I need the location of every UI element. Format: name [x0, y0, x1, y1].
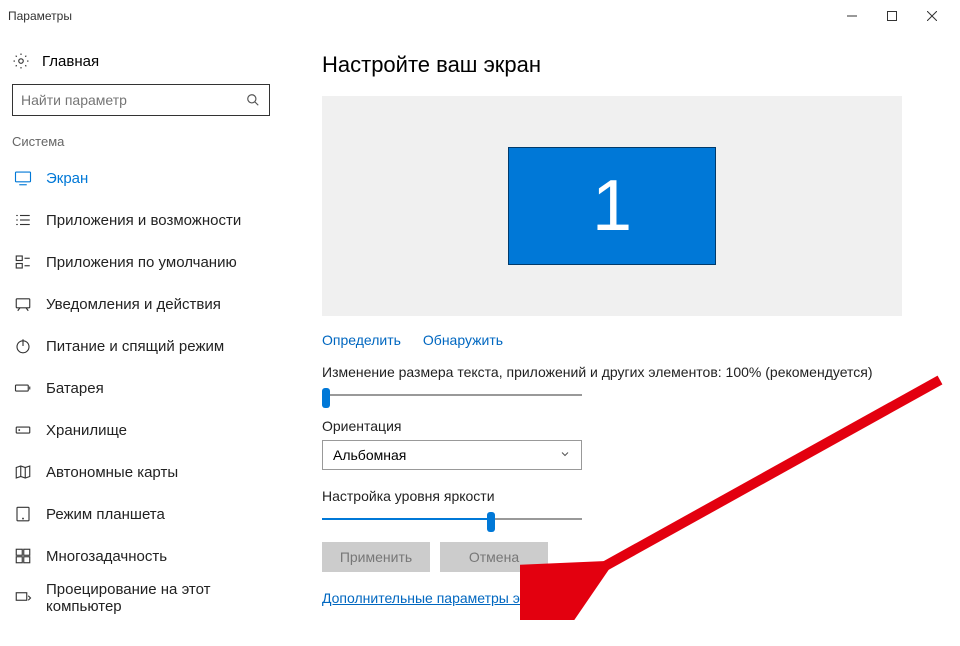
- notifications-icon: [14, 295, 32, 313]
- orientation-select[interactable]: Альбомная: [322, 440, 582, 470]
- category-label: Система: [12, 134, 290, 149]
- slider-thumb[interactable]: [487, 512, 495, 532]
- tablet-icon: [14, 505, 32, 523]
- multitasking-icon: [14, 547, 32, 565]
- default-apps-icon: [14, 253, 32, 271]
- nav-label: Автономные карты: [46, 464, 178, 481]
- scale-slider[interactable]: [322, 386, 582, 404]
- maximize-button[interactable]: [872, 0, 912, 32]
- home-link[interactable]: Главная: [12, 44, 290, 84]
- nav-label: Батарея: [46, 380, 104, 397]
- monitor-preview[interactable]: 1: [322, 96, 902, 316]
- nav-item-battery[interactable]: Батарея: [12, 367, 290, 409]
- nav-item-default-apps[interactable]: Приложения по умолчанию: [12, 241, 290, 283]
- projecting-icon: [14, 589, 32, 607]
- nav-label: Многозадачность: [46, 548, 167, 565]
- home-label: Главная: [42, 53, 99, 70]
- battery-icon: [14, 379, 32, 397]
- apply-button[interactable]: Применить: [322, 542, 430, 572]
- nav-item-tablet[interactable]: Режим планшета: [12, 493, 290, 535]
- slider-thumb[interactable]: [322, 388, 330, 408]
- gear-icon: [12, 52, 30, 70]
- nav-label: Приложения и возможности: [46, 212, 241, 229]
- close-button[interactable]: [912, 0, 952, 32]
- window-title: Параметры: [8, 9, 72, 23]
- cancel-button[interactable]: Отмена: [440, 542, 548, 572]
- maps-icon: [14, 463, 32, 481]
- page-title: Настройте ваш экран: [322, 52, 930, 78]
- nav-item-display[interactable]: Экран: [12, 157, 290, 199]
- brightness-slider[interactable]: [322, 510, 582, 528]
- nav-label: Приложения по умолчанию: [46, 254, 237, 271]
- nav-label: Проецирование на этот компьютер: [46, 581, 290, 615]
- scale-label: Изменение размера текста, приложений и д…: [322, 364, 930, 380]
- power-icon: [14, 337, 32, 355]
- nav-list: Экран Приложения и возможности Приложени…: [12, 157, 290, 619]
- monitor-number: 1: [592, 165, 632, 247]
- sidebar: Главная Система Экран Приложения и возмо…: [0, 32, 290, 646]
- advanced-display-link[interactable]: Дополнительные параметры экрана: [322, 590, 557, 606]
- nav-item-multitasking[interactable]: Многозадачность: [12, 535, 290, 577]
- titlebar: Параметры: [0, 0, 960, 32]
- nav-label: Питание и спящий режим: [46, 338, 224, 355]
- chevron-down-icon: [559, 447, 571, 463]
- nav-item-notifications[interactable]: Уведомления и действия: [12, 283, 290, 325]
- nav-label: Режим планшета: [46, 506, 165, 523]
- detect-link[interactable]: Обнаружить: [423, 332, 503, 348]
- nav-label: Хранилище: [46, 422, 127, 439]
- display-icon: [14, 169, 32, 187]
- brightness-label: Настройка уровня яркости: [322, 488, 930, 504]
- search-icon: [245, 92, 261, 108]
- nav-item-power[interactable]: Питание и спящий режим: [12, 325, 290, 367]
- identify-link[interactable]: Определить: [322, 332, 401, 348]
- orientation-label: Ориентация: [322, 418, 930, 434]
- nav-item-projecting[interactable]: Проецирование на этот компьютер: [12, 577, 290, 619]
- nav-item-storage[interactable]: Хранилище: [12, 409, 290, 451]
- nav-label: Уведомления и действия: [46, 296, 221, 313]
- main-panel: Настройте ваш экран 1 Определить Обнаруж…: [290, 32, 960, 646]
- minimize-button[interactable]: [832, 0, 872, 32]
- monitor-tile[interactable]: 1: [508, 147, 716, 265]
- search-input-wrap[interactable]: [12, 84, 270, 116]
- search-input[interactable]: [21, 92, 245, 108]
- nav-item-apps[interactable]: Приложения и возможности: [12, 199, 290, 241]
- orientation-value: Альбомная: [333, 447, 406, 463]
- nav-item-maps[interactable]: Автономные карты: [12, 451, 290, 493]
- nav-label: Экран: [46, 170, 88, 187]
- storage-icon: [14, 421, 32, 439]
- list-icon: [14, 211, 32, 229]
